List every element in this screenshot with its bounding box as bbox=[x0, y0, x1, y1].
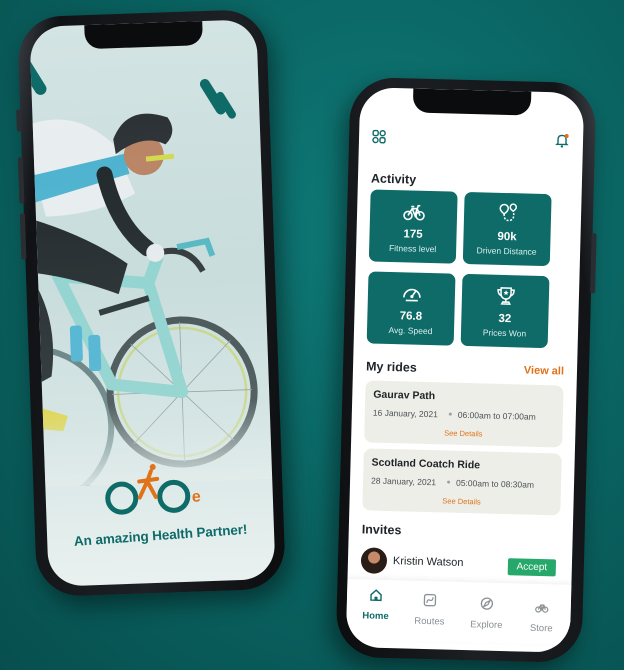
nav-store[interactable]: Store bbox=[516, 599, 567, 636]
mute-switch bbox=[16, 109, 22, 132]
ride-name: Gaurav Path bbox=[373, 388, 436, 403]
ride-name: Scotland Coatch Ride bbox=[371, 456, 481, 472]
nav-label: Store bbox=[529, 622, 553, 635]
ride-card[interactable]: Gaurav Path 16 January, 2021 06:00am to … bbox=[364, 380, 564, 448]
stat-card-speed[interactable]: 76.8 Avg. Speed bbox=[366, 271, 456, 346]
bicycle-icon bbox=[402, 204, 425, 221]
logo-letter: e bbox=[192, 488, 202, 505]
cyclist-illustration bbox=[31, 79, 272, 487]
home-screen: Activity 175 Fitness level 90k Driven Di… bbox=[345, 87, 585, 653]
volume-down-button bbox=[19, 213, 27, 260]
power-button bbox=[590, 233, 597, 294]
app-logo: e bbox=[105, 464, 202, 515]
stat-label: Avg. Speed bbox=[388, 324, 433, 337]
route-pin-icon bbox=[498, 203, 517, 222]
see-details-link[interactable]: See Details bbox=[362, 494, 560, 508]
home-phone: Activity 175 Fitness level 90k Driven Di… bbox=[335, 76, 597, 664]
stat-label: Prices Won bbox=[482, 327, 527, 339]
nav-label: Home bbox=[362, 610, 389, 623]
explore-icon bbox=[480, 597, 494, 610]
splash-tagline: An amazing Health Partner! bbox=[73, 521, 248, 549]
speedometer-icon bbox=[402, 288, 421, 302]
ride-time: 06:00am to 07:00am bbox=[457, 409, 536, 422]
nav-home[interactable]: Home bbox=[350, 587, 401, 624]
see-details-link[interactable]: See Details bbox=[364, 426, 562, 440]
stat-value: 175 bbox=[403, 228, 423, 241]
ride-card[interactable]: Scotland Coatch Ride 28 January, 2021 05… bbox=[362, 448, 562, 516]
stat-card-fitness[interactable]: 175 Fitness level bbox=[368, 189, 458, 264]
stat-label: Fitness level bbox=[388, 242, 437, 255]
home-icon bbox=[370, 589, 382, 602]
activity-heading: Activity bbox=[370, 171, 417, 187]
store-icon bbox=[535, 604, 549, 613]
nav-label: Routes bbox=[414, 615, 445, 628]
stat-label: Driven Distance bbox=[476, 245, 537, 257]
stat-value: 76.8 bbox=[399, 310, 423, 323]
separator-dot bbox=[448, 412, 452, 416]
ride-date: 16 January, 2021 bbox=[372, 407, 439, 420]
avatar bbox=[360, 547, 388, 574]
splash-screen: e An amazing Health Partner! bbox=[29, 19, 276, 587]
top-bar bbox=[372, 127, 570, 152]
invite-row: Kristin Watson Accept bbox=[360, 545, 560, 582]
invite-name: Kristin Watson bbox=[392, 555, 464, 569]
view-all-link[interactable]: View all bbox=[524, 365, 564, 378]
stat-card-distance[interactable]: 90k Driven Distance bbox=[462, 191, 552, 267]
menu-grid-icon[interactable] bbox=[372, 129, 386, 144]
phone-notch bbox=[412, 88, 532, 116]
ride-time: 05:00am to 08:30am bbox=[455, 477, 535, 490]
trophy-icon bbox=[496, 287, 515, 305]
accept-button[interactable]: Accept bbox=[507, 558, 557, 577]
bottom-nav: Home Routes Explore Store bbox=[345, 578, 572, 645]
ride-date: 28 January, 2021 bbox=[370, 475, 437, 488]
routes-icon bbox=[423, 593, 437, 607]
stat-value: 90k bbox=[497, 230, 517, 244]
nav-explore[interactable]: Explore bbox=[461, 596, 512, 633]
splash-phone: e An amazing Health Partner! bbox=[16, 8, 287, 598]
separator-dot bbox=[447, 480, 451, 484]
stat-card-prizes[interactable]: 32 Prices Won bbox=[460, 273, 550, 349]
my-rides-heading: My rides bbox=[365, 359, 417, 375]
stat-value: 32 bbox=[498, 312, 512, 326]
phone-notch bbox=[83, 21, 203, 50]
nav-routes[interactable]: Routes bbox=[404, 592, 455, 629]
notification-bell-icon[interactable] bbox=[554, 132, 570, 148]
nav-label: Explore bbox=[470, 619, 503, 632]
volume-up-button bbox=[17, 157, 25, 204]
invites-heading: Invites bbox=[361, 522, 402, 538]
